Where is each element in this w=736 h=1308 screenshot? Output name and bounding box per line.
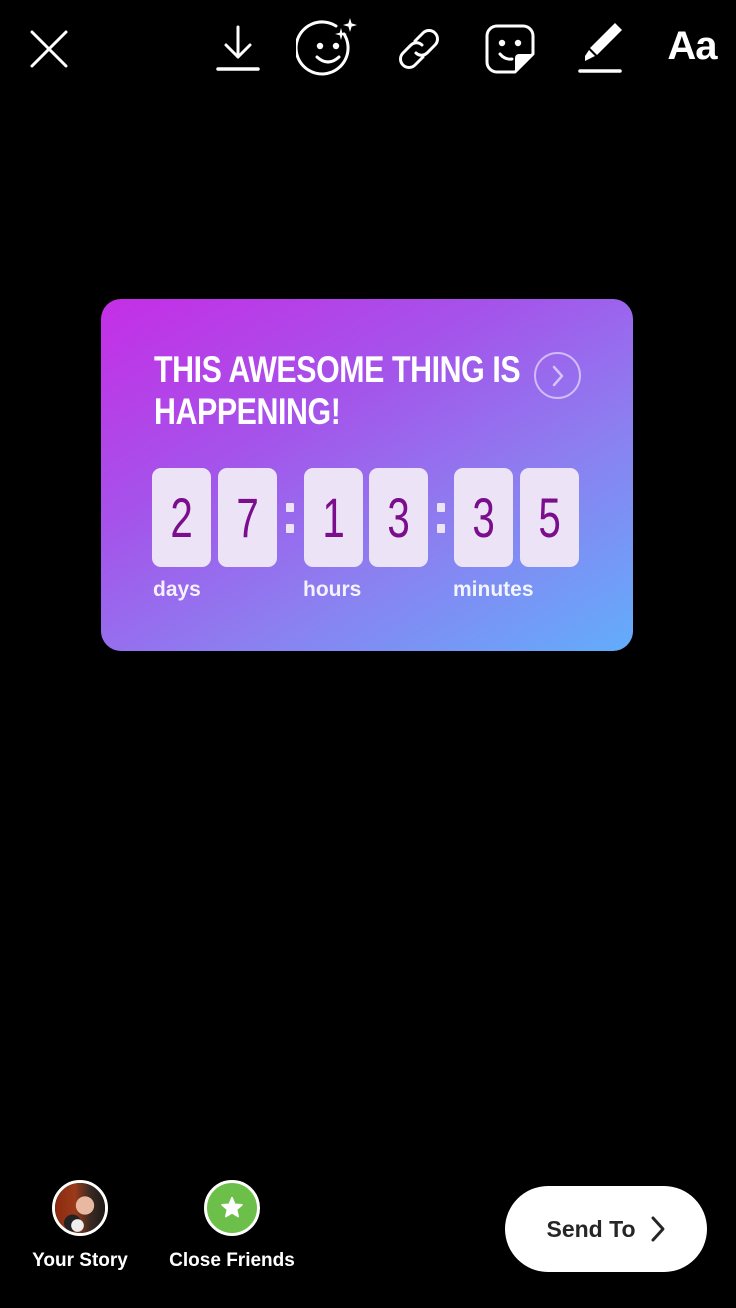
your-story-button[interactable]: Your Story (28, 1180, 132, 1272)
avatar (52, 1180, 108, 1236)
minutes-digit-tens: 3 (454, 468, 513, 567)
send-to-label: Send To (546, 1215, 636, 1242)
star-icon (221, 1196, 243, 1218)
link-icon (399, 29, 439, 69)
text-icon: Aa (667, 23, 717, 68)
download-icon (216, 25, 260, 71)
download-button[interactable] (210, 18, 266, 78)
story-editor-screen: Aa THIS AWESOME THING IS HAPPENING! 2 7 … (0, 0, 736, 1308)
sticker-icon (485, 24, 535, 74)
sticker-button[interactable] (480, 20, 540, 78)
text-tool-button[interactable]: Aa (660, 18, 724, 74)
hours-digit-ones: 3 (369, 468, 428, 567)
link-button[interactable] (390, 20, 448, 78)
colon-separator (434, 468, 448, 567)
hours-label: hours (303, 578, 362, 601)
hours-digit-tens: 1 (304, 468, 363, 567)
close-icon (30, 30, 68, 68)
close-friends-button[interactable]: Close Friends (164, 1180, 300, 1272)
close-friends-badge (204, 1180, 260, 1236)
send-to-button[interactable]: Send To (505, 1186, 707, 1272)
close-button[interactable] (22, 22, 76, 76)
close-friends-label: Close Friends (169, 1250, 295, 1271)
countdown-open-button[interactable] (534, 352, 581, 399)
minutes-digit-ones: 5 (520, 468, 579, 567)
chevron-right-circle-icon (552, 365, 563, 386)
countdown-title: THIS AWESOME THING IS HAPPENING! (154, 349, 521, 432)
days-label: days (153, 578, 201, 601)
minutes-label: minutes (453, 578, 534, 601)
draw-marker-icon (578, 23, 622, 73)
face-effects-icon (296, 18, 357, 76)
countdown-sticker[interactable]: THIS AWESOME THING IS HAPPENING! 2 7 1 3… (101, 299, 633, 651)
chevron-right-icon (651, 1216, 664, 1242)
days-digit-tens: 2 (152, 468, 211, 567)
days-digit-ones: 7 (218, 468, 277, 567)
your-story-label: Your Story (32, 1250, 128, 1271)
story-toolbar: Aa (0, 0, 736, 100)
face-effects-button[interactable] (296, 16, 360, 80)
draw-button[interactable] (572, 16, 630, 78)
colon-separator (283, 468, 297, 567)
profile-photo (55, 1183, 105, 1233)
